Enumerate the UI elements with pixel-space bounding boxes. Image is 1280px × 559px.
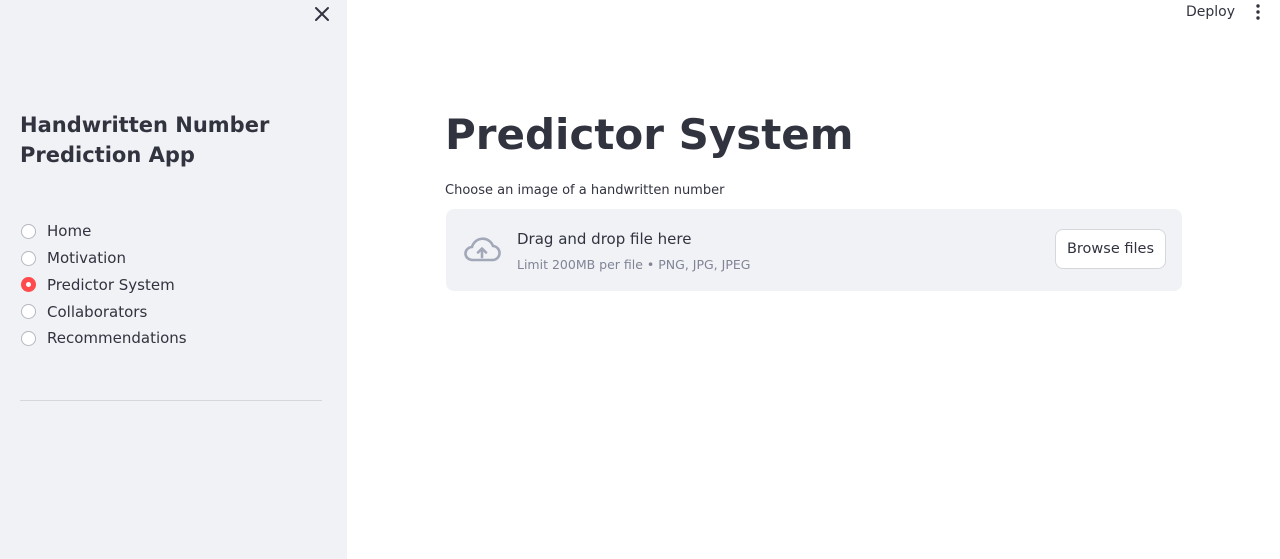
nav-item-label: Predictor System — [47, 275, 175, 294]
nav-radio-group: Home Motivation Predictor System Collabo… — [21, 218, 321, 352]
radio-button-selected[interactable] — [21, 277, 36, 293]
sidebar-title: Handwritten Number Prediction App — [20, 113, 270, 167]
close-sidebar-button[interactable] — [312, 4, 332, 24]
nav-item-label: Home — [47, 222, 92, 241]
deploy-button[interactable]: Deploy — [1186, 2, 1235, 22]
file-dropzone[interactable]: Drag and drop file here Limit 200MB per … — [446, 209, 1182, 291]
radio-button[interactable] — [21, 250, 36, 266]
close-icon — [315, 7, 329, 21]
page-title: Predictor System — [445, 110, 854, 159]
sidebar-divider — [20, 400, 322, 401]
nav-item-label: Recommendations — [47, 329, 187, 348]
nav-item-home[interactable]: Home — [21, 218, 321, 245]
nav-item-collaborators[interactable]: Collaborators — [21, 298, 321, 325]
radio-button[interactable] — [21, 304, 36, 320]
sidebar: Handwritten Number Prediction App Home M… — [0, 0, 347, 559]
dropzone-instructions: Drag and drop file here — [517, 230, 692, 248]
cloud-upload-icon — [464, 237, 501, 262]
radio-button[interactable] — [21, 330, 36, 346]
nav-item-recommendations[interactable]: Recommendations — [21, 325, 321, 352]
browse-files-button[interactable]: Browse files — [1055, 229, 1166, 269]
app-root: Handwritten Number Prediction App Home M… — [0, 0, 1280, 559]
radio-button[interactable] — [21, 223, 36, 239]
vertical-dots-icon — [1256, 4, 1260, 20]
nav-item-label: Motivation — [47, 249, 126, 268]
nav-item-motivation[interactable]: Motivation — [21, 245, 321, 272]
main-menu-button[interactable] — [1251, 3, 1265, 21]
nav-item-label: Collaborators — [47, 302, 148, 321]
dropzone-limit-text: Limit 200MB per file • PNG, JPG, JPEG — [517, 257, 751, 272]
file-uploader-label: Choose an image of a handwritten number — [445, 183, 725, 198]
nav-item-predictor-system[interactable]: Predictor System — [21, 272, 321, 299]
